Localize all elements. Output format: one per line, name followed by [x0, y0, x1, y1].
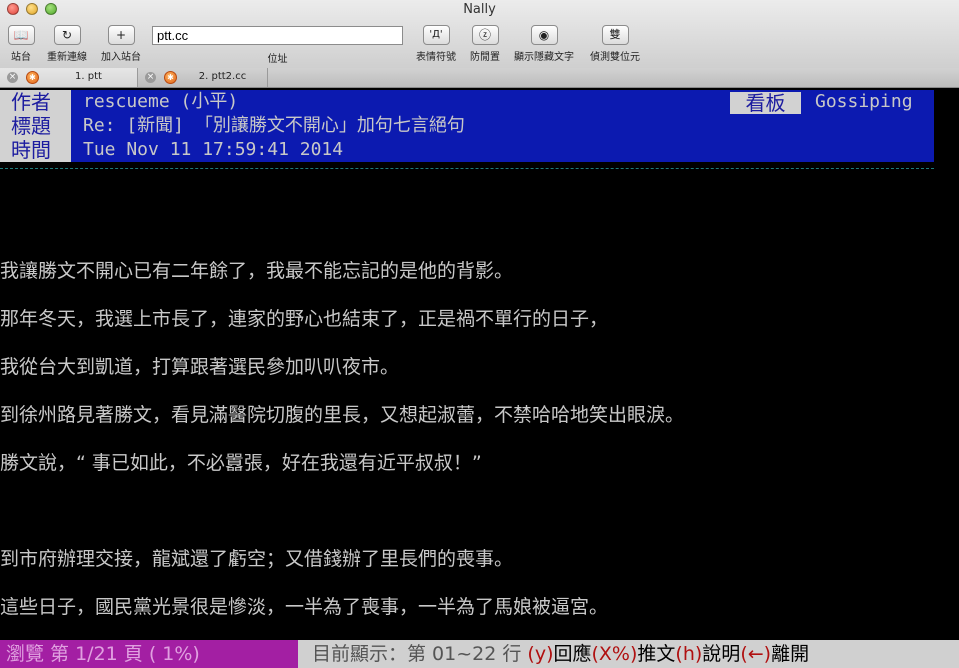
tab-label: 1. ptt: [75, 71, 102, 82]
detect-double-byte-button[interactable]: 雙 偵測雙位元: [585, 25, 645, 63]
tab-ptt2[interactable]: × ✱ 2. ptt2.cc: [138, 68, 268, 87]
connection-status-icon: ✱: [164, 71, 177, 84]
add-site-label: 加入站台: [101, 52, 141, 63]
browse-page-indicator: 瀏覽 第 1/21 頁 ( 1%): [0, 640, 298, 668]
anti-idle-button[interactable]: ⓩ 防閒置: [466, 25, 504, 63]
anti-idle-label: 防閒置: [470, 52, 500, 63]
author-value: rescueme (小平): [71, 90, 934, 114]
plus-icon: +: [107, 25, 135, 45]
leave-key: (←): [740, 643, 772, 665]
reload-icon: ↻: [53, 25, 81, 45]
reconnect-label: 重新連線: [47, 52, 87, 63]
author-key: 作者: [0, 90, 71, 114]
book-icon: 📖: [7, 25, 35, 45]
emoticons-label: 表情符號: [416, 52, 456, 63]
header-author-row: 作者 rescueme (小平) 看板 Gossiping: [0, 90, 934, 114]
double-byte-icon: 雙: [601, 25, 629, 45]
window-title: Nally: [463, 2, 496, 17]
status-help: 目前顯示：第 01~22 行 (y)回應(X%)推文(h)說明(←)離開: [312, 640, 809, 668]
reply-key: (y): [527, 643, 554, 665]
eye-icon: ◉: [530, 25, 558, 45]
sites-label: 站台: [11, 52, 31, 63]
status-bar: 瀏覽 第 1/21 頁 ( 1%) 目前顯示：第 01~22 行 (y)回應(X…: [0, 640, 959, 668]
article-line: 那年冬天，我選上市長了，連家的野心也結束了，正是禍不單行的日子，: [0, 308, 609, 330]
close-tab-icon[interactable]: ×: [7, 72, 18, 83]
app-window: Nally 📖 站台 ↻ 重新連線 + 加入站台 位址 'Д' 表情符號 ⓩ 防…: [0, 0, 959, 668]
tab-ptt[interactable]: × ✱ 1. ptt: [0, 68, 138, 87]
help-label: 說明: [702, 643, 741, 665]
tab-label: 2. ptt2.cc: [198, 71, 247, 82]
terminal-screen[interactable]: 作者 rescueme (小平) 看板 Gossiping 標題 Re: [新聞…: [0, 88, 959, 668]
window-chrome: Nally 📖 站台 ↻ 重新連線 + 加入站台 位址 'Д' 表情符號 ⓩ 防…: [0, 0, 959, 69]
header-title-row: 標題 Re: [新聞] 「別讓勝文不開心」加句七言絕句: [0, 114, 934, 138]
push-label: 推文: [637, 643, 676, 665]
board-key: 看板: [730, 92, 801, 114]
time-key: 時間: [0, 138, 71, 162]
address-input[interactable]: [152, 26, 403, 45]
article-line: 我讓勝文不開心已有二年餘了，我最不能忘記的是他的背影。: [0, 260, 514, 282]
emoticons-button[interactable]: 'Д' 表情符號: [411, 25, 461, 63]
reconnect-button[interactable]: ↻ 重新連線: [42, 25, 92, 63]
article-line: 到市府辦理交接，龍斌還了虧空；又借錢辦了里長們的喪事。: [0, 548, 514, 570]
leave-label: 離開: [771, 643, 810, 665]
push-key: (X%): [591, 643, 638, 665]
header-separator: [0, 168, 934, 169]
address-label: 位址: [267, 54, 288, 65]
close-tab-icon[interactable]: ×: [145, 72, 156, 83]
sites-button[interactable]: 📖 站台: [6, 25, 36, 63]
emoticon-icon: 'Д': [422, 25, 450, 45]
time-value: Tue Nov 11 17:59:41 2014: [71, 138, 934, 162]
show-hidden-text-button[interactable]: ◉ 顯示隱藏文字: [509, 25, 579, 63]
detect-double-byte-label: 偵測雙位元: [590, 52, 640, 63]
board-value: Gossiping: [815, 91, 913, 112]
tab-bar: × ✱ 1. ptt × ✱ 2. ptt2.cc: [0, 68, 959, 88]
header-time-row: 時間 Tue Nov 11 17:59:41 2014: [0, 138, 934, 162]
article-line: 到徐州路見著勝文，看見滿醫院切腹的里長，又想起淑蕾，不禁哈哈地笑出眼淚。: [0, 404, 685, 426]
article-line: 勝文說，“ 事已如此，不必囂張，好在我還有近平叔叔！”: [0, 452, 482, 474]
reply-label: 回應: [553, 643, 592, 665]
help-key: (h): [675, 643, 703, 665]
title-key: 標題: [0, 114, 71, 138]
article-line: 我從台大到凱道，打算跟著選民參加叭叭夜市。: [0, 356, 400, 378]
show-hidden-text-label: 顯示隱藏文字: [514, 52, 574, 63]
add-site-button[interactable]: + 加入站台: [97, 25, 145, 63]
display-range: 目前顯示：第 01~22 行: [312, 643, 522, 665]
connection-status-icon: ✱: [26, 71, 39, 84]
title-value: Re: [新聞] 「別讓勝文不開心」加句七言絕句: [71, 114, 934, 138]
anti-idle-icon: ⓩ: [471, 25, 499, 45]
article-line: 這些日子，國民黨光景很是慘淡，一半為了喪事，一半為了馬娘被逼宮。: [0, 596, 609, 618]
